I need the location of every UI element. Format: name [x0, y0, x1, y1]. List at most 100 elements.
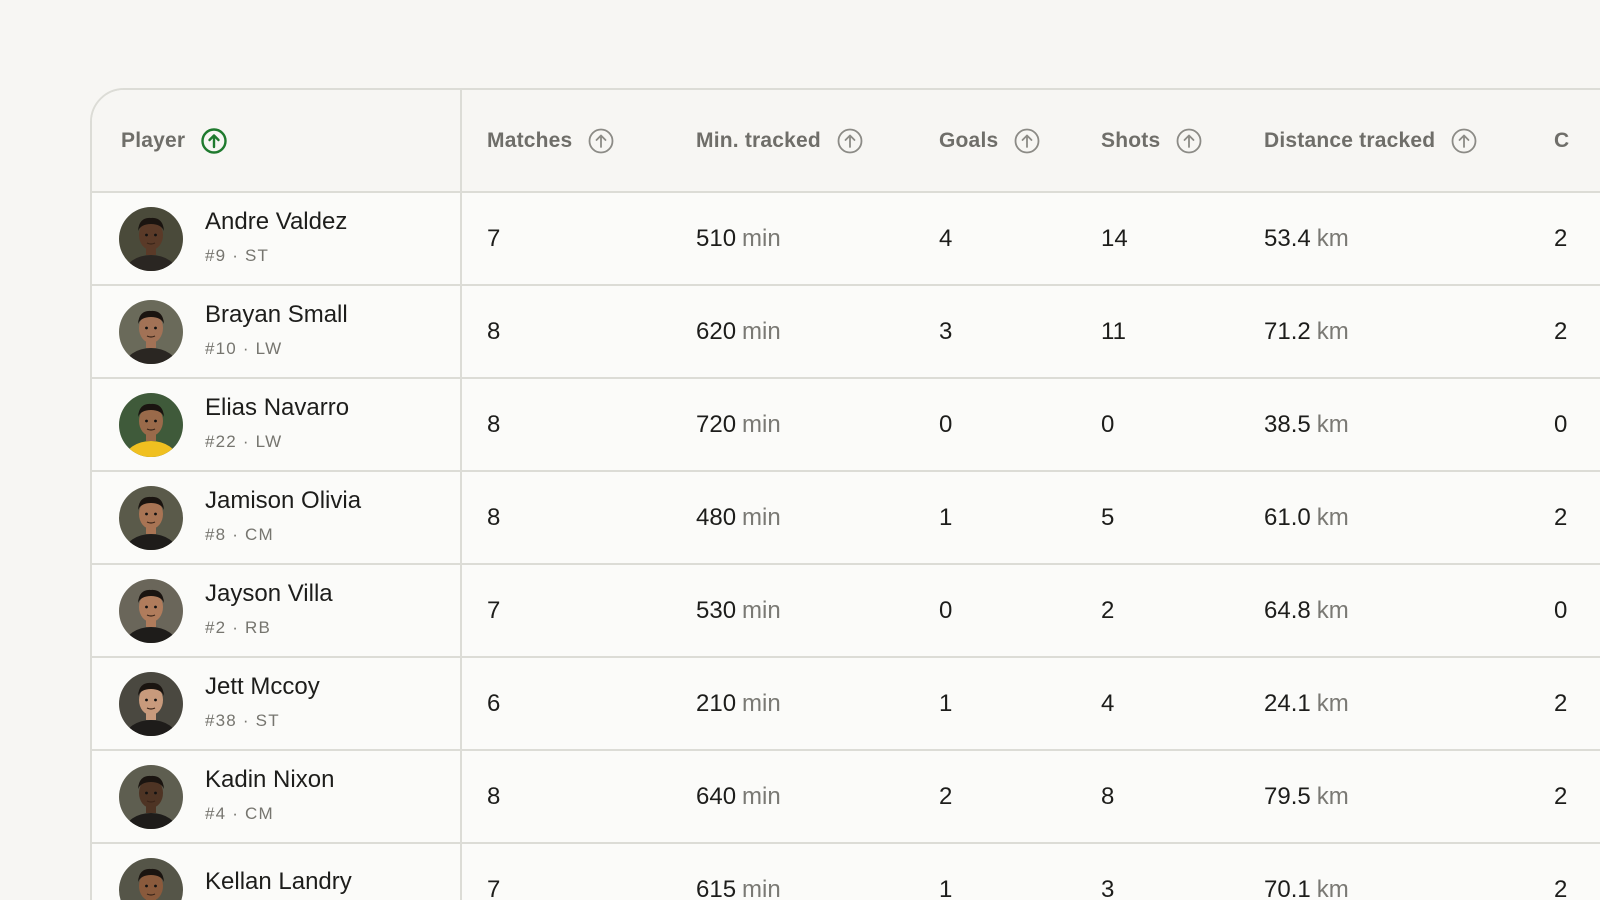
- player-name[interactable]: Jayson Villa: [205, 580, 333, 607]
- column-header-shots[interactable]: Shots: [1101, 90, 1202, 191]
- cell-shots: 14: [1101, 193, 1128, 284]
- cell-matches: 7: [487, 844, 500, 900]
- frozen-column-divider: [460, 90, 462, 191]
- player-cell[interactable]: Brayan Small #10 · LW: [119, 286, 348, 377]
- cell-min: 620 min: [696, 286, 781, 377]
- player-info: Andre Valdez #9 · ST: [205, 208, 347, 265]
- table-row[interactable]: Elias Navarro #22 · LW 8 720 min 0 0 38.5 km 0: [92, 379, 1600, 472]
- player-name[interactable]: Jamison Olivia: [205, 487, 361, 514]
- column-header-label: C: [1554, 128, 1570, 152]
- player-name[interactable]: Kellan Landry: [205, 868, 352, 895]
- column-header-extra[interactable]: C: [1554, 90, 1569, 191]
- table-row[interactable]: Kadin Nixon #4 · CM 8 640 min 2 8 79.5 km 2: [92, 751, 1600, 844]
- player-cell[interactable]: Jamison Olivia #8 · CM: [119, 472, 361, 563]
- sort-arrow-up-icon[interactable]: [1176, 128, 1202, 154]
- column-header-matches[interactable]: Matches: [487, 90, 614, 191]
- column-header-distance[interactable]: Distance tracked: [1264, 90, 1477, 191]
- table-row[interactable]: Jett Mccoy #38 · ST 6 210 min 1 4 24.1 km 2: [92, 658, 1600, 751]
- player-name[interactable]: Brayan Small: [205, 301, 348, 328]
- goals-value: 1: [939, 503, 953, 531]
- matches-value: 8: [487, 410, 501, 438]
- goals-value: 4: [939, 224, 953, 252]
- goals-value: 0: [939, 410, 953, 438]
- player-name[interactable]: Elias Navarro: [205, 394, 349, 421]
- cell-goals: 1: [939, 472, 952, 563]
- sort-arrow-up-icon[interactable]: [1451, 128, 1477, 154]
- sort-arrow-up-icon[interactable]: [588, 128, 614, 154]
- matches-value: 7: [487, 875, 501, 900]
- table-row[interactable]: Brayan Small #10 · LW 8 620 min 3 11 71.2 km 2: [92, 286, 1600, 379]
- cell-matches: 6: [487, 658, 500, 749]
- extra-value: 2: [1554, 317, 1568, 345]
- player-name[interactable]: Kadin Nixon: [205, 766, 334, 793]
- distance-value: 64.8: [1264, 596, 1311, 624]
- table-row[interactable]: Jayson Villa #2 · RB 7 530 min 0 2 64.8 km 0: [92, 565, 1600, 658]
- player-name[interactable]: Jett Mccoy: [205, 673, 320, 700]
- cell-extra: 2: [1554, 658, 1567, 749]
- column-header-label: Shots: [1101, 128, 1161, 152]
- cell-shots: 2: [1101, 565, 1114, 656]
- player-cell[interactable]: Jett Mccoy #38 · ST: [119, 658, 320, 749]
- matches-value: 6: [487, 689, 501, 717]
- player-info: Kadin Nixon #4 · CM: [205, 766, 334, 823]
- min-unit: min: [742, 410, 781, 438]
- cell-min: 720 min: [696, 379, 781, 470]
- min-unit: min: [742, 875, 781, 900]
- avatar: [119, 206, 183, 271]
- player-info: Jamison Olivia #8 · CM: [205, 487, 361, 544]
- cell-shots: 4: [1101, 658, 1114, 749]
- cell-goals: 1: [939, 844, 952, 900]
- min-unit: min: [742, 596, 781, 624]
- avatar: [119, 764, 183, 829]
- cell-shots: 11: [1101, 286, 1126, 377]
- player-cell[interactable]: Jayson Villa #2 · RB: [119, 565, 333, 656]
- table-row[interactable]: Andre Valdez #9 · ST 7 510 min 4 14 53.4 km 2: [92, 193, 1600, 286]
- player-name[interactable]: Andre Valdez: [205, 208, 347, 235]
- column-header-goals[interactable]: Goals: [939, 90, 1040, 191]
- min-unit: min: [742, 503, 781, 531]
- sort-arrow-up-icon[interactable]: [1014, 128, 1040, 154]
- matches-value: 8: [487, 503, 501, 531]
- goals-value: 1: [939, 689, 953, 717]
- cell-goals: 3: [939, 286, 952, 377]
- matches-value: 8: [487, 317, 501, 345]
- player-cell[interactable]: Andre Valdez #9 · ST: [119, 193, 347, 284]
- player-cell[interactable]: Kellan Landry: [119, 844, 352, 900]
- frozen-column-divider: [460, 751, 462, 842]
- avatar: [119, 671, 183, 736]
- avatar: [119, 299, 183, 364]
- min-value: 720: [696, 410, 737, 438]
- avatar: [119, 857, 183, 900]
- column-header-player[interactable]: Player: [121, 90, 227, 191]
- extra-value: 2: [1554, 875, 1568, 900]
- cell-extra: 2: [1554, 472, 1567, 563]
- goals-value: 2: [939, 782, 953, 810]
- player-cell[interactable]: Kadin Nixon #4 · CM: [119, 751, 334, 842]
- shots-value: 5: [1101, 503, 1115, 531]
- cell-matches: 8: [487, 379, 500, 470]
- cell-distance: 71.2 km: [1264, 286, 1349, 377]
- player-number-position: #38 · ST: [205, 710, 280, 730]
- distance-value: 61.0: [1264, 503, 1311, 531]
- table-row[interactable]: Jamison Olivia #8 · CM 8 480 min 1 5 61.0 km 2: [92, 472, 1600, 565]
- sort-arrow-up-icon[interactable]: [837, 128, 863, 154]
- min-value: 620: [696, 317, 737, 345]
- cell-extra: 0: [1554, 565, 1567, 656]
- column-header-min_tracked[interactable]: Min. tracked: [696, 90, 863, 191]
- table-row[interactable]: Kellan Landry 7 615 min 1 3 70.1 km 2: [92, 844, 1600, 900]
- min-value: 510: [696, 224, 737, 252]
- player-cell[interactable]: Elias Navarro #22 · LW: [119, 379, 349, 470]
- cell-extra: 2: [1554, 751, 1567, 842]
- distance-unit: km: [1316, 503, 1349, 531]
- cell-distance: 61.0 km: [1264, 472, 1349, 563]
- shots-value: 11: [1101, 317, 1126, 345]
- min-unit: min: [742, 689, 781, 717]
- frozen-column-divider: [460, 193, 462, 284]
- cell-distance: 70.1 km: [1264, 844, 1349, 900]
- frozen-column-divider: [460, 565, 462, 656]
- distance-unit: km: [1316, 596, 1349, 624]
- extra-value: 2: [1554, 224, 1568, 252]
- sort-arrow-up-icon[interactable]: [201, 127, 227, 154]
- extra-value: 2: [1554, 689, 1568, 717]
- viewport: Player Matches Min. tracked Goals Shots Dista…: [0, 0, 1600, 900]
